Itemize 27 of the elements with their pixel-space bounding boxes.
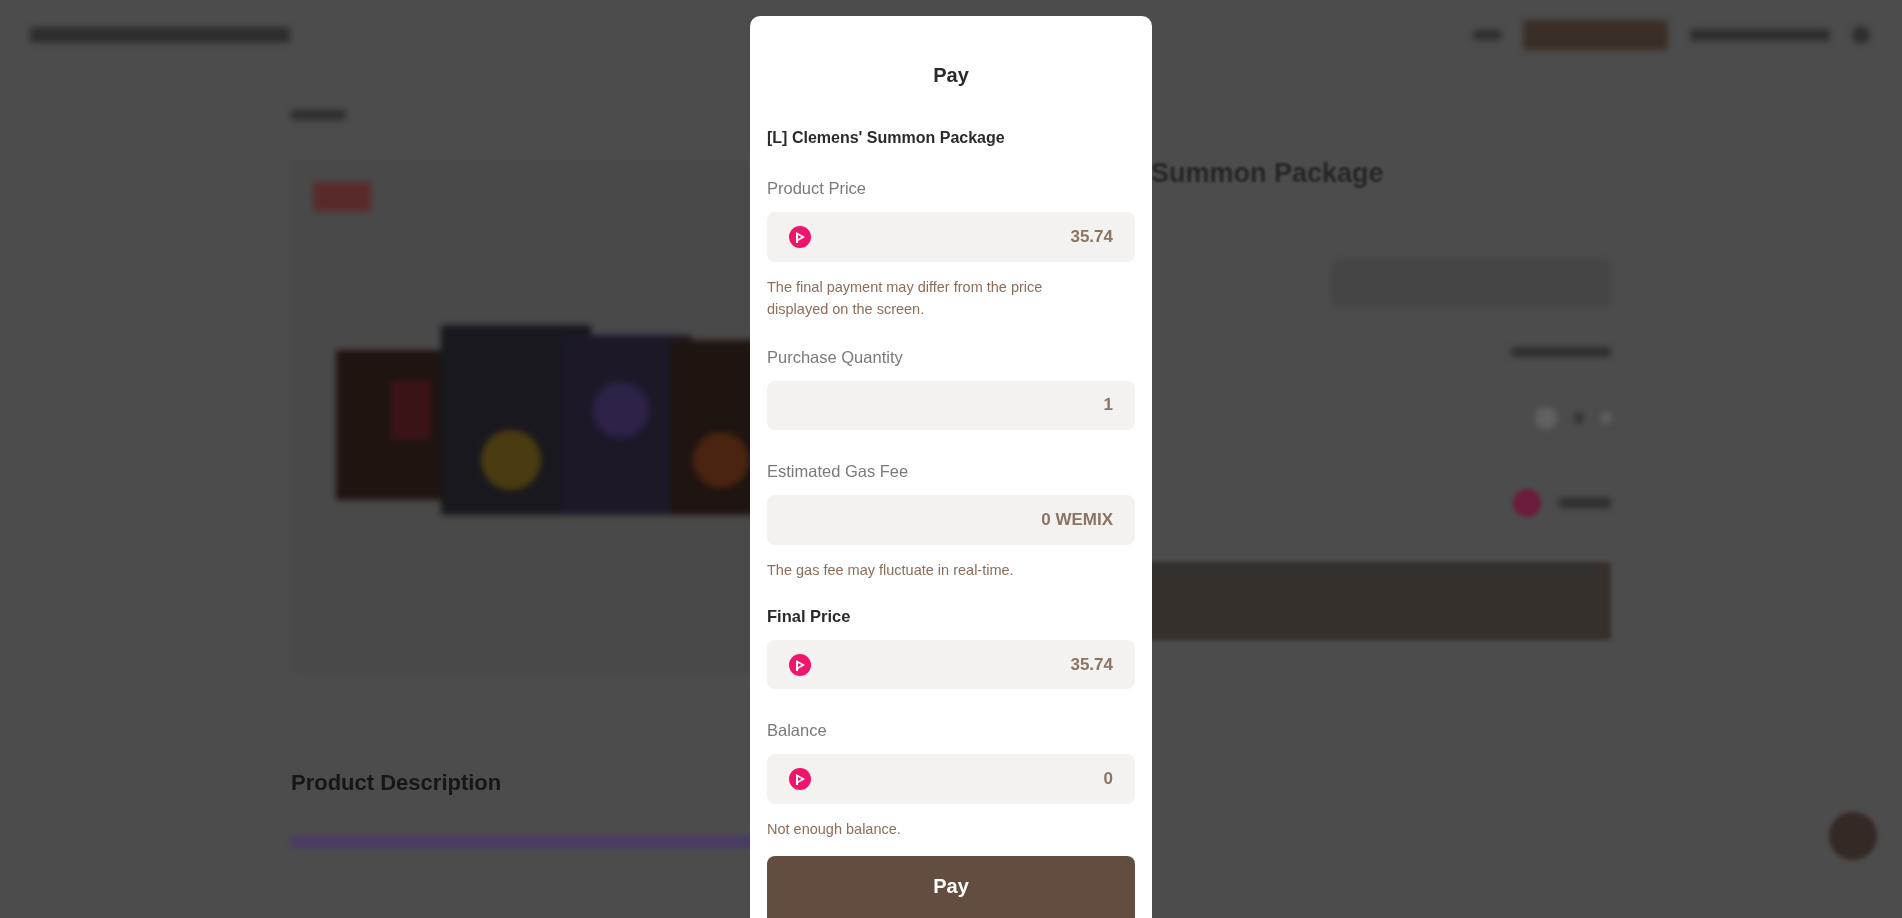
field-note: The final payment may differ from the price displayed on the screen. xyxy=(767,277,1044,319)
field-label: Purchase Quantity xyxy=(767,347,904,367)
coin-icon xyxy=(789,653,811,676)
blurred-help-button[interactable] xyxy=(1829,812,1877,860)
value-field: 35.74 xyxy=(767,639,1135,690)
blurred-account-menu[interactable] xyxy=(1690,29,1830,41)
value-field: 0 xyxy=(767,754,1135,804)
blurred-back-link[interactable] xyxy=(291,110,346,120)
field-label: Estimated Gas Fee xyxy=(767,462,910,482)
field-label: Product Price xyxy=(767,179,868,198)
coin-icon xyxy=(789,225,811,248)
blurred-search-icon[interactable] xyxy=(1852,26,1870,44)
coin-icon xyxy=(789,768,811,791)
blurred-menu-link[interactable] xyxy=(1473,30,1501,40)
field-label: Balance xyxy=(767,721,828,741)
value-field: 35.74 xyxy=(767,212,1135,262)
blurred-total xyxy=(1559,498,1611,508)
product-name: [L] Clemens' Summon Package xyxy=(767,129,1006,147)
field-label: Final Price xyxy=(767,606,852,626)
value-field: 1 xyxy=(767,380,1135,431)
value-field: 0 WEMIX xyxy=(767,495,1135,545)
blurred-header-button[interactable] xyxy=(1523,20,1668,50)
blurred-coin-icon xyxy=(1513,489,1541,517)
dialog-title: Pay xyxy=(932,64,970,87)
pay-button[interactable]: Pay xyxy=(767,855,1135,918)
field-note: The gas fee may fluctuate in real-time. xyxy=(767,560,1015,580)
field-note: Not enough balance. xyxy=(767,819,902,839)
